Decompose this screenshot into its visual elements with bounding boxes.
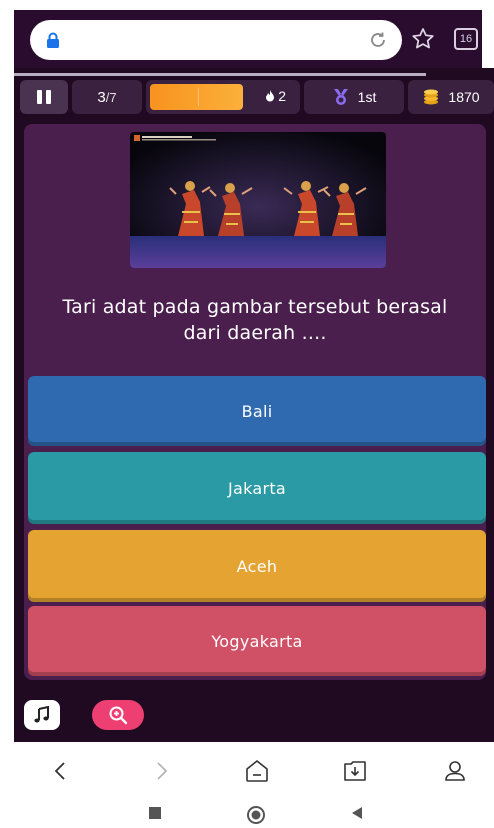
home-circle-icon[interactable] xyxy=(246,806,266,826)
browser-top-bar: 16 xyxy=(14,10,482,68)
streak-value: 2 xyxy=(278,88,286,104)
answer-option-3[interactable]: Aceh xyxy=(28,530,486,602)
streak-fill xyxy=(150,84,244,110)
pause-button[interactable] xyxy=(20,80,68,114)
page-load-progress xyxy=(14,73,426,76)
answer-option-2[interactable]: Jakarta xyxy=(28,452,486,524)
browser-bottom-toolbar xyxy=(14,742,494,798)
back-triangle-icon[interactable] xyxy=(350,806,364,820)
question-current: 3 xyxy=(97,88,106,106)
system-navigation-bar xyxy=(0,800,494,828)
zoom-in-icon xyxy=(109,706,128,725)
question-card: Tari adat pada gambar tersebut berasal d… xyxy=(24,124,486,680)
answer-option-4[interactable]: Yogyakarta xyxy=(28,606,486,676)
coins-icon xyxy=(424,89,439,105)
rank-value: 1st xyxy=(357,89,377,105)
question-total: /7 xyxy=(105,89,117,105)
streak-divider xyxy=(198,88,199,106)
answer-option-1[interactable]: Bali xyxy=(28,376,486,446)
lock-icon xyxy=(47,32,59,48)
profile-icon[interactable] xyxy=(442,758,468,784)
download-icon[interactable] xyxy=(342,758,368,784)
coins-value: 1870 xyxy=(448,89,480,105)
back-icon[interactable] xyxy=(48,758,74,784)
rank-badge: 1st xyxy=(304,80,404,114)
zoom-button[interactable] xyxy=(92,700,144,730)
pause-icon xyxy=(37,90,51,104)
tab-count: 16 xyxy=(459,33,473,45)
reload-icon[interactable] xyxy=(368,30,388,50)
coins-counter: 1870 xyxy=(408,80,494,114)
star-icon[interactable] xyxy=(410,26,436,52)
recents-icon[interactable] xyxy=(148,806,162,820)
streak-count: 2 xyxy=(265,88,286,104)
question-counter: 3 /7 xyxy=(72,80,142,114)
quiz-top-bar: 3 /7 2 1st 1870 xyxy=(14,80,494,114)
quiz-tools xyxy=(14,698,494,738)
medal-icon xyxy=(333,89,348,105)
flame-icon xyxy=(266,90,275,102)
music-icon xyxy=(34,706,49,723)
address-bar[interactable] xyxy=(30,20,402,60)
question-text: Tari adat pada gambar tersebut berasal d… xyxy=(62,296,448,344)
music-button[interactable] xyxy=(24,700,60,730)
streak-meter: 2 xyxy=(146,80,300,114)
tabs-icon[interactable]: 16 xyxy=(454,28,478,50)
home-icon[interactable] xyxy=(244,758,270,784)
forward-icon[interactable] xyxy=(148,758,174,784)
quiz-app: 3 /7 2 1st 1870 Tari adat pada gambar te… xyxy=(14,68,494,742)
question-image[interactable] xyxy=(130,132,386,268)
